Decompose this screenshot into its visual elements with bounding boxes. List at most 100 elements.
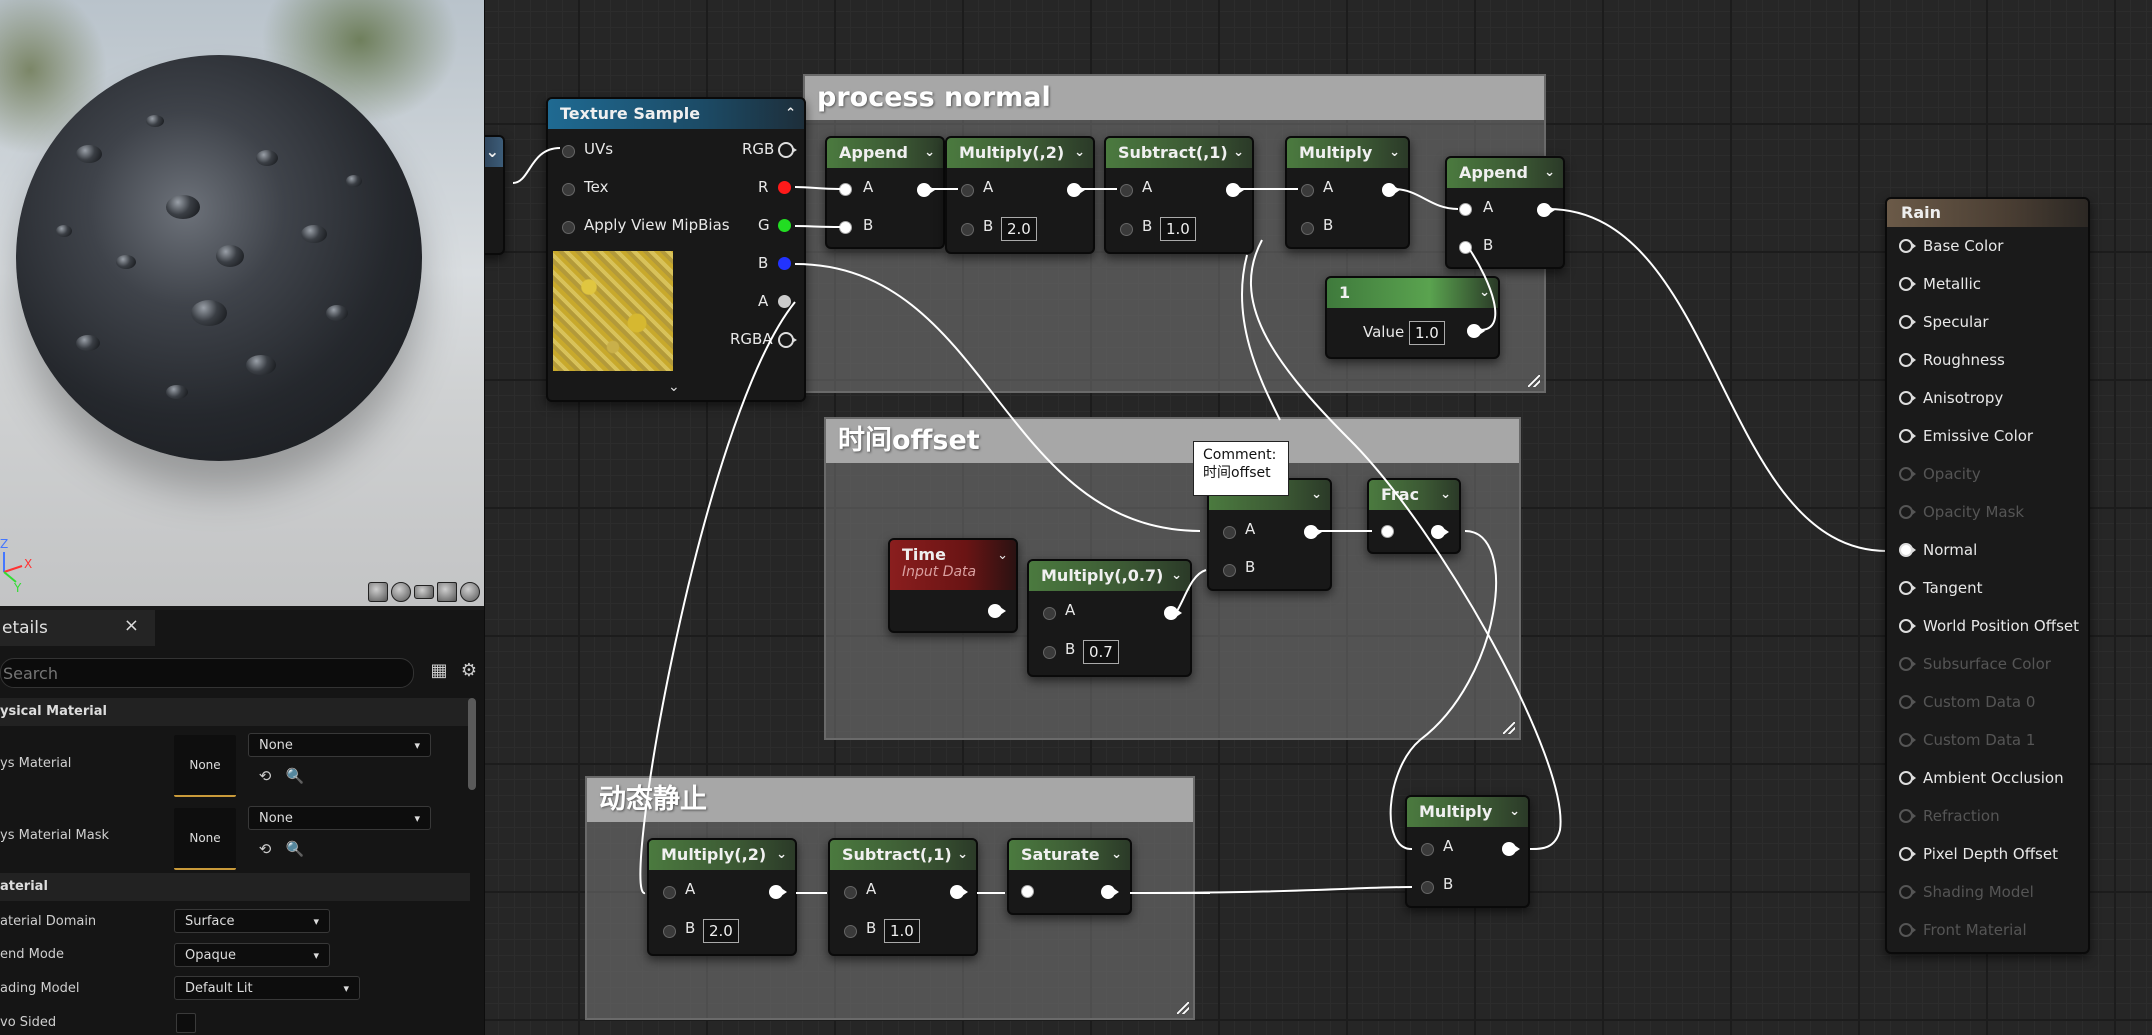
material-input-custom-data-1[interactable]: Custom Data 1 bbox=[1899, 731, 2035, 749]
input-pin[interactable] bbox=[1899, 277, 1916, 291]
input-pin[interactable] bbox=[1899, 581, 1916, 595]
input-pin[interactable] bbox=[1899, 239, 1916, 253]
b-input-pin[interactable] bbox=[839, 221, 852, 234]
b-value-field[interactable]: 0.7 bbox=[1083, 640, 1119, 664]
chevron-down-icon[interactable]: ⌄ bbox=[1111, 840, 1122, 870]
a-input-pin[interactable] bbox=[1459, 203, 1472, 216]
input-pin[interactable] bbox=[1381, 525, 1394, 538]
chevron-down-icon[interactable]: ⌄ bbox=[1389, 138, 1400, 168]
b-input-pin[interactable] bbox=[1223, 564, 1236, 577]
a-input-pin[interactable] bbox=[1043, 607, 1056, 620]
texture-sample-node[interactable]: Texture Sample ⌃ UVs Tex Apply View MipBi… bbox=[546, 97, 806, 402]
material-input-subsurface-color[interactable]: Subsurface Color bbox=[1899, 655, 2051, 673]
output-pin[interactable] bbox=[1467, 324, 1485, 338]
input-pin[interactable] bbox=[1899, 543, 1916, 557]
output-pin[interactable] bbox=[1537, 203, 1555, 217]
collapsed-node[interactable]: ⌄ bbox=[485, 135, 505, 255]
use-selected-icon[interactable]: ⟲ bbox=[255, 766, 275, 786]
node-header[interactable]: Multiply(,2) ⌄ bbox=[649, 840, 795, 870]
b-value-field[interactable]: 2.0 bbox=[1001, 217, 1037, 241]
input-pin[interactable] bbox=[1899, 733, 1916, 747]
node-header[interactable]: Subtract(,1) ⌄ bbox=[830, 840, 976, 870]
browse-icon[interactable]: 🔍 bbox=[285, 766, 305, 786]
uvs-pin[interactable] bbox=[562, 145, 575, 158]
a-input-pin[interactable] bbox=[1301, 184, 1314, 197]
material-domain-select[interactable]: Surface ▾ bbox=[174, 909, 330, 933]
multiply-node[interactable]: Multiply ⌄ A B bbox=[1285, 136, 1410, 249]
input-pin[interactable] bbox=[1899, 505, 1916, 519]
phys-material-mask-select[interactable]: None ▾ bbox=[248, 806, 431, 830]
chevron-down-icon[interactable]: ⌄ bbox=[924, 138, 935, 168]
node-header[interactable]: Frac ⌄ bbox=[1369, 480, 1459, 510]
sphere-preview-icon[interactable] bbox=[391, 582, 411, 602]
output-pin[interactable] bbox=[988, 604, 1006, 618]
input-pin[interactable] bbox=[1899, 771, 1916, 785]
node-header[interactable]: Append ⌄ bbox=[827, 138, 943, 168]
material-result-node[interactable]: Rain Base Color Metallic Specular Roughness… bbox=[1885, 197, 2090, 954]
saturate-node[interactable]: Saturate ⌄ bbox=[1007, 838, 1132, 915]
input-pin[interactable] bbox=[1899, 467, 1916, 481]
input-pin[interactable] bbox=[1899, 847, 1916, 861]
input-pin[interactable] bbox=[1899, 809, 1916, 823]
node-header[interactable]: Multiply ⌄ bbox=[1287, 138, 1408, 168]
multiply-node-final[interactable]: Multiply ⌄ A B bbox=[1405, 795, 1530, 908]
output-pin[interactable] bbox=[1226, 183, 1244, 197]
material-input-base-color[interactable]: Base Color bbox=[1899, 237, 2003, 255]
material-input-front-material[interactable]: Front Material bbox=[1899, 921, 2027, 939]
chevron-down-icon[interactable]: ⌄ bbox=[1544, 158, 1555, 188]
details-search[interactable] bbox=[0, 658, 414, 688]
append-node[interactable]: Append ⌄ A B bbox=[825, 136, 945, 249]
input-pin[interactable] bbox=[1899, 353, 1916, 367]
plane-preview-icon[interactable] bbox=[414, 585, 434, 599]
output-pin[interactable] bbox=[769, 885, 787, 899]
multiply-07-node[interactable]: Multiply(,0.7) ⌄ A B 0.7 bbox=[1027, 559, 1192, 677]
input-pin[interactable] bbox=[1021, 885, 1034, 898]
a-input-pin[interactable] bbox=[1120, 184, 1133, 197]
node-header[interactable]: Subtract(,1) ⌄ bbox=[1106, 138, 1252, 168]
material-input-tangent[interactable]: Tangent bbox=[1899, 579, 1983, 597]
input-pin[interactable] bbox=[1899, 657, 1916, 671]
node-header[interactable]: Append ⌄ bbox=[1447, 158, 1563, 188]
output-pin[interactable] bbox=[1431, 525, 1449, 539]
phys-material-thumbnail[interactable]: None bbox=[174, 735, 236, 797]
section-material[interactable]: aterial bbox=[0, 873, 470, 901]
b-input-pin[interactable] bbox=[1120, 223, 1133, 236]
output-pin[interactable] bbox=[1164, 606, 1182, 620]
material-input-opacity[interactable]: Opacity bbox=[1899, 465, 1981, 483]
chevron-down-icon[interactable]: ⌄ bbox=[957, 840, 968, 870]
phys-material-select[interactable]: None ▾ bbox=[248, 733, 431, 757]
resize-handle-icon[interactable] bbox=[1528, 375, 1540, 387]
b-input-pin[interactable] bbox=[1301, 222, 1314, 235]
input-pin[interactable] bbox=[1899, 923, 1916, 937]
material-input-custom-data-0[interactable]: Custom Data 0 bbox=[1899, 693, 2035, 711]
material-input-refraction[interactable]: Refraction bbox=[1899, 807, 2000, 825]
chevron-down-icon[interactable]: ⌄ bbox=[1509, 797, 1520, 827]
browse-icon[interactable]: 🔍 bbox=[285, 839, 305, 859]
resize-handle-icon[interactable] bbox=[1177, 1002, 1189, 1014]
chevron-up-icon[interactable]: ⌃ bbox=[785, 99, 796, 129]
comment-title[interactable]: 动态静止 bbox=[587, 778, 1193, 822]
b-value-field[interactable]: 1.0 bbox=[884, 919, 920, 943]
preview-viewport[interactable]: Z X Y bbox=[0, 0, 484, 606]
a-input-pin[interactable] bbox=[839, 183, 852, 196]
input-pin[interactable] bbox=[1899, 391, 1916, 405]
a-input-pin[interactable] bbox=[1223, 526, 1236, 539]
input-pin[interactable] bbox=[1899, 695, 1916, 709]
a-output-pin[interactable] bbox=[778, 295, 791, 308]
append-node-2[interactable]: Append ⌄ A B bbox=[1445, 156, 1565, 269]
material-input-pixel-depth-offset[interactable]: Pixel Depth Offset bbox=[1899, 845, 2058, 863]
material-input-ambient-occlusion[interactable]: Ambient Occlusion bbox=[1899, 769, 2064, 787]
texture-sample-header[interactable]: Texture Sample ⌃ bbox=[548, 99, 804, 129]
b-output-pin[interactable] bbox=[778, 257, 791, 270]
node-header[interactable]: 1 ⌄ bbox=[1327, 278, 1498, 308]
a-input-pin[interactable] bbox=[1421, 843, 1434, 856]
chevron-down-icon[interactable]: ⌄ bbox=[1233, 138, 1244, 168]
b-input-pin[interactable] bbox=[663, 925, 676, 938]
a-input-pin[interactable] bbox=[844, 886, 857, 899]
chevron-down-icon[interactable]: ⌄ bbox=[997, 548, 1008, 563]
texture-thumbnail[interactable] bbox=[553, 251, 673, 371]
node-header[interactable]: Multiply(,2) ⌄ bbox=[947, 138, 1093, 168]
material-input-anisotropy[interactable]: Anisotropy bbox=[1899, 389, 2003, 407]
output-pin[interactable] bbox=[950, 885, 968, 899]
b-input-pin[interactable] bbox=[844, 925, 857, 938]
